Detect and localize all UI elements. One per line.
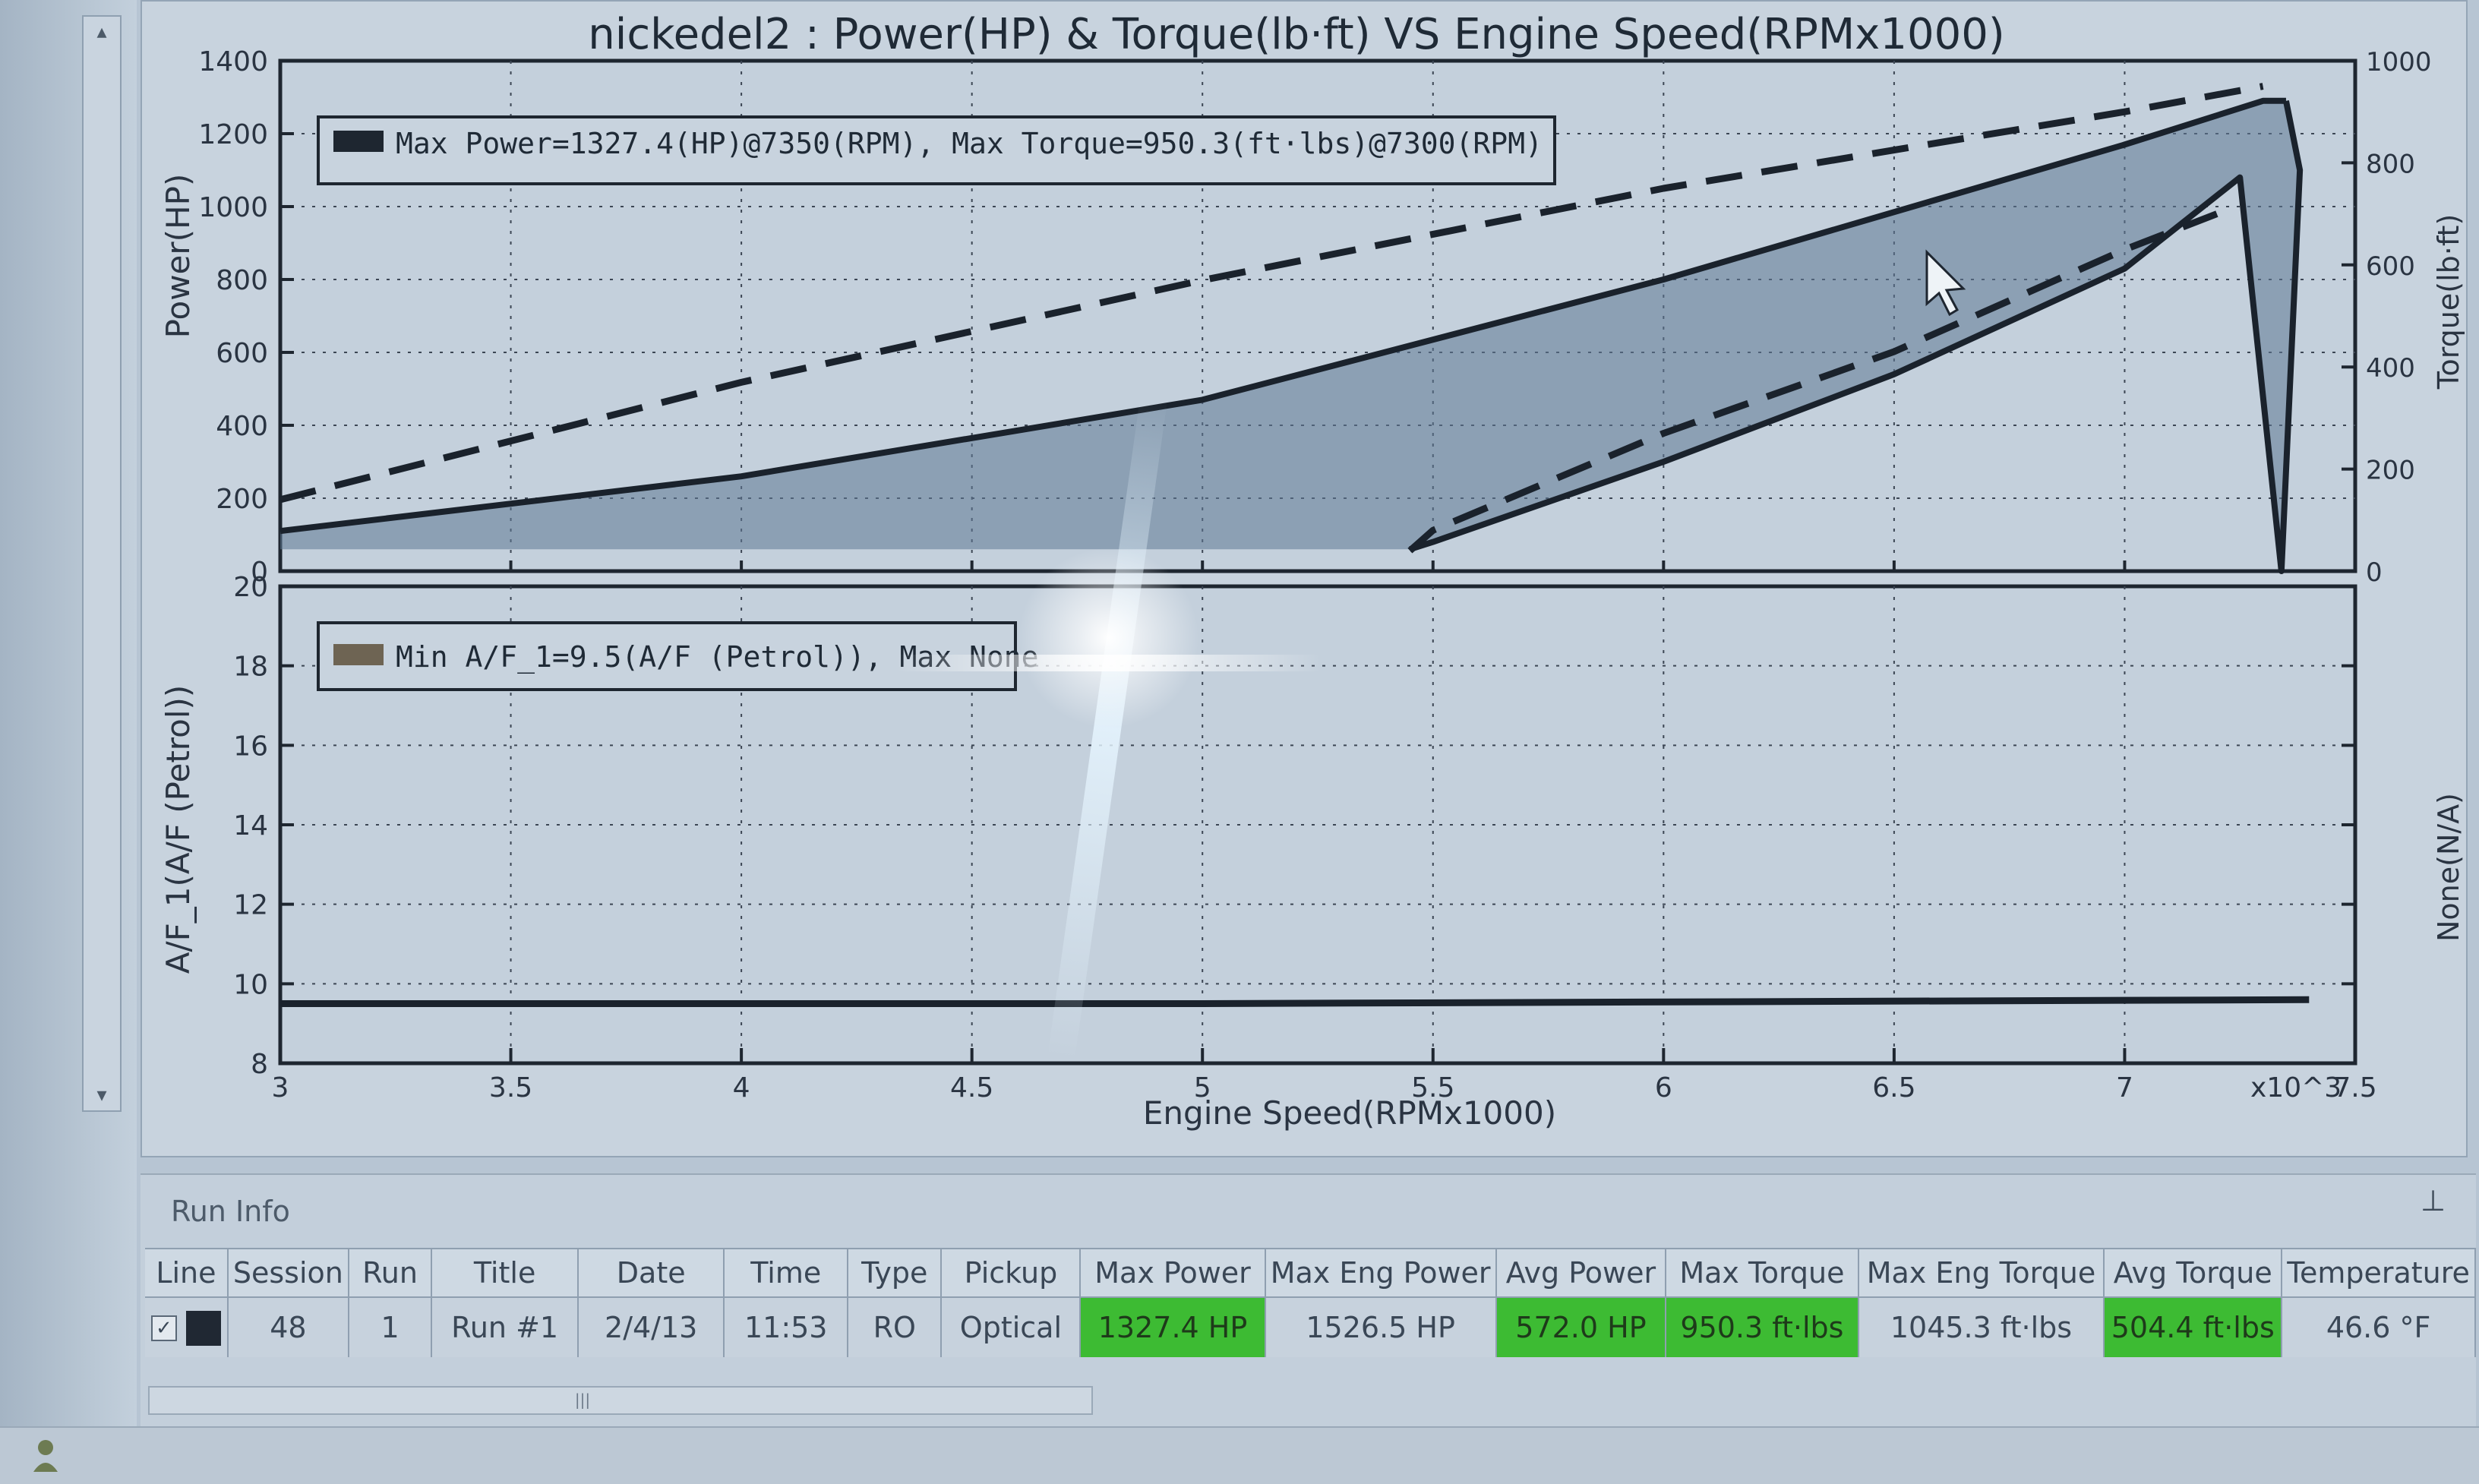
x-tick-label: 3 — [272, 1072, 289, 1104]
bottom-legend-text: Min A/F_1=9.5(A/F (Petrol)), Max None — [396, 640, 1038, 674]
af-tick-label: 12 — [233, 890, 268, 921]
column-header-avg-torque[interactable]: Avg Torque — [2104, 1248, 2283, 1298]
column-header-max-torque[interactable]: Max Torque — [1666, 1248, 1859, 1298]
type-cell: RO — [848, 1297, 943, 1357]
column-header-run[interactable]: Run — [348, 1248, 433, 1298]
power-tick-label: 1200 — [198, 119, 268, 150]
torque-tick-label: 600 — [2366, 251, 2415, 282]
x-tick-label: 6 — [1655, 1072, 1672, 1104]
top-legend-swatch — [333, 131, 384, 152]
run-cell: 1 — [348, 1297, 433, 1357]
line-visible-checkbox[interactable]: ✓ — [150, 1315, 177, 1341]
column-header-pickup[interactable]: Pickup — [941, 1248, 1082, 1298]
run-info-table: Line Session Run Title Date Time Type Pickup Max… — [145, 1248, 2476, 1357]
x-tick-label: 4.5 — [950, 1072, 993, 1104]
column-header-line[interactable]: Line — [145, 1248, 229, 1298]
power-tick-label: 1000 — [198, 192, 268, 223]
x-exponent-label: x10^3 — [2250, 1072, 2342, 1104]
run-table-header: Line Session Run Title Date Time Type Pickup Max… — [145, 1248, 2476, 1298]
column-header-max-eng-power[interactable]: Max Eng Power — [1265, 1248, 1497, 1298]
torque-tick-label: 400 — [2366, 353, 2415, 384]
x-tick-label: 6.5 — [1872, 1072, 1915, 1104]
x-tick-label: 4 — [733, 1072, 750, 1104]
af-tick-label: 14 — [233, 810, 268, 841]
left-scrollbar[interactable]: ▴ ▾ — [82, 15, 122, 1112]
column-header-date[interactable]: Date — [578, 1248, 725, 1298]
date-cell: 2/4/13 — [578, 1297, 725, 1357]
af-tick-label: 20 — [233, 572, 268, 603]
scrollbar-thumb[interactable]: ||| — [560, 1391, 605, 1409]
scroll-down-icon[interactable]: ▾ — [84, 1080, 120, 1110]
power-axis-label: Power(HP) — [159, 174, 197, 339]
column-header-time[interactable]: Time — [724, 1248, 849, 1298]
torque-tick-label: 1000 — [2366, 47, 2432, 77]
line-color-swatch — [185, 1310, 221, 1346]
power-tick-label: 200 — [216, 484, 268, 515]
torque-tick-label: 0 — [2366, 557, 2383, 588]
temperature-cell: 46.6 °F — [2282, 1297, 2476, 1357]
air-fuel-panel: 8 10 12 14 16 18 20 A/F_1(A/F (Petrol)) None(N… — [159, 572, 2465, 1080]
run-info-title: Run Info — [171, 1195, 290, 1228]
power-tick-label: 1400 — [198, 46, 268, 77]
power-tick-label: 600 — [216, 338, 268, 369]
column-header-session[interactable]: Session — [227, 1248, 349, 1298]
top-legend-text: Max Power=1327.4(HP)@7350(RPM), Max Torq… — [396, 127, 1543, 160]
horizontal-scrollbar[interactable]: ||| — [148, 1386, 1093, 1415]
x-tick-label: 7 — [2116, 1072, 2133, 1104]
max-eng-power-cell: 1526.5 HP — [1265, 1297, 1497, 1357]
avg-power-value: 572.0 HP — [1515, 1311, 1647, 1344]
scroll-up-icon[interactable]: ▴ — [84, 17, 120, 47]
bottom-legend-swatch — [333, 644, 384, 665]
max-power-cell: 1327.4 HP — [1080, 1297, 1266, 1357]
title-cell[interactable]: Run #1 — [431, 1297, 579, 1357]
x-axis-label: Engine Speed(RPMx1000) — [1143, 1094, 1556, 1132]
af-tick-label: 10 — [233, 969, 268, 1000]
column-header-max-power[interactable]: Max Power — [1080, 1248, 1266, 1298]
af-tick-label: 16 — [233, 731, 268, 762]
status-bar — [0, 1426, 2479, 1484]
time-cell: 11:53 — [724, 1297, 849, 1357]
af-tick-label: 18 — [233, 652, 268, 683]
pickup-cell: Optical — [941, 1297, 1082, 1357]
max-eng-torque-cell: 1045.3 ft·lbs — [1858, 1297, 2105, 1357]
column-header-type[interactable]: Type — [848, 1248, 943, 1298]
table-row[interactable]: ✓ 48 1 Run #1 2/4/13 11:53 RO Optical 13… — [145, 1297, 2476, 1357]
session-cell: 48 — [227, 1297, 349, 1357]
line-cell[interactable]: ✓ — [145, 1297, 229, 1357]
avg-power-cell: 572.0 HP — [1495, 1297, 1667, 1357]
series-line-af-1 — [280, 996, 2310, 1007]
none-axis-label: None(N/A) — [2432, 793, 2465, 942]
max-torque-value: 950.3 ft·lbs — [1680, 1311, 1844, 1344]
power-tick-label: 400 — [216, 411, 268, 442]
pin-icon[interactable]: ⊥ — [2421, 1184, 2446, 1217]
power-tick-label: 800 — [216, 265, 268, 296]
torque-tick-label: 800 — [2366, 149, 2415, 179]
avg-torque-value: 504.4 ft·lbs — [2111, 1311, 2275, 1344]
max-power-value: 1327.4 HP — [1097, 1311, 1248, 1344]
column-header-avg-power[interactable]: Avg Power — [1495, 1248, 1667, 1298]
column-header-max-eng-torque[interactable]: Max Eng Torque — [1858, 1248, 2105, 1298]
user-icon[interactable] — [30, 1437, 61, 1473]
torque-tick-label: 200 — [2366, 456, 2415, 486]
column-header-temperature[interactable]: Temperature — [2282, 1248, 2476, 1298]
power-torque-panel: 0200400600800100012001400 02004006008001… — [159, 46, 2465, 588]
chart-title: nickedel2 : Power(HP) & Torque(lb·ft) VS… — [588, 10, 2004, 59]
max-torque-cell: 950.3 ft·lbs — [1666, 1297, 1859, 1357]
bottom-series — [280, 996, 2310, 1007]
column-header-title[interactable]: Title — [431, 1248, 579, 1298]
af-tick-label: 8 — [251, 1049, 268, 1080]
avg-torque-cell: 504.4 ft·lbs — [2104, 1297, 2283, 1357]
torque-axis-label: Torque(lb·ft) — [2432, 214, 2465, 390]
dyno-chart: nickedel2 : Power(HP) & Torque(lb·ft) VS… — [159, 10, 2465, 1132]
x-tick-label: 3.5 — [489, 1072, 532, 1104]
dyno-chart-frame: nickedel2 : Power(HP) & Torque(lb·ft) VS… — [141, 0, 2468, 1157]
af-axis-label: A/F_1(A/F (Petrol)) — [159, 685, 197, 974]
